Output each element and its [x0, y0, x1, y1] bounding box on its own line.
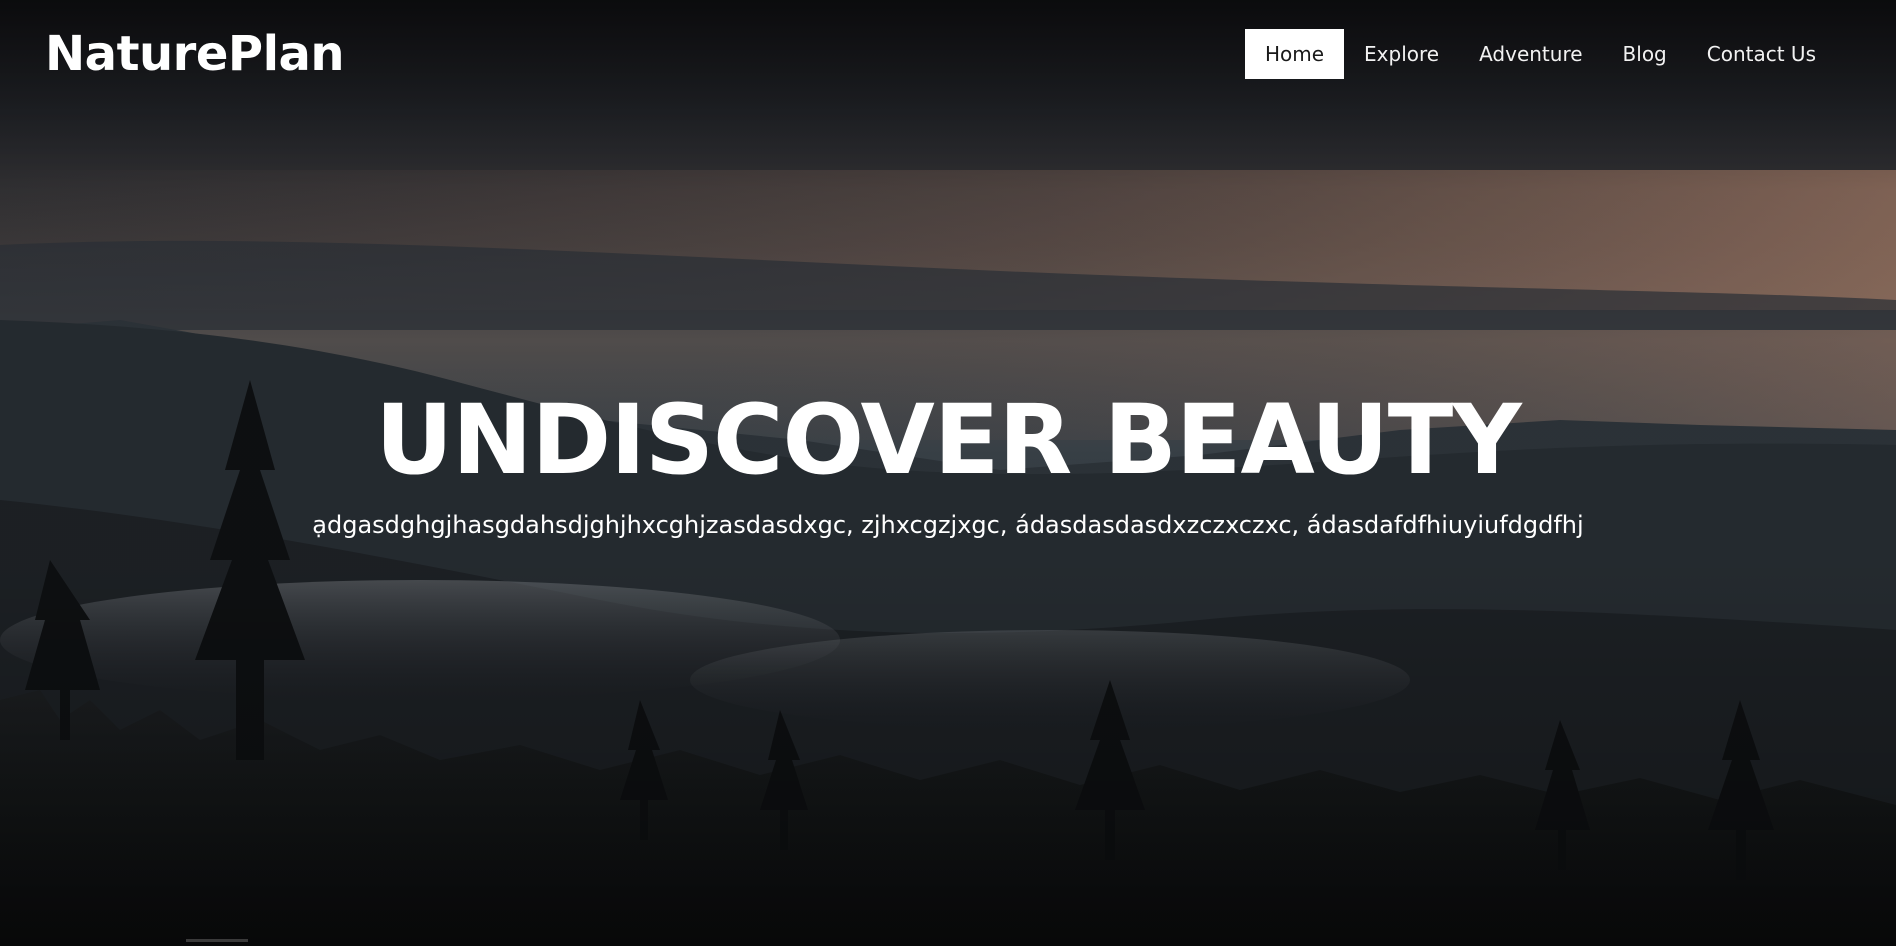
- nav-item-explore[interactable]: Explore: [1344, 29, 1459, 79]
- nav-item-contact-us[interactable]: Contact Us: [1687, 29, 1836, 79]
- hero-subtitle: ạdgasdghgjhasgdahsdjghjhxcghjzasdasdxgc,…: [312, 511, 1584, 539]
- site-logo[interactable]: NaturePlan: [45, 22, 345, 86]
- bottom-divider: [186, 939, 248, 942]
- hero-content: UNDISCOVER BEAUTY ạdgasdghgjhasgdahsdjgh…: [0, 380, 1896, 542]
- nav-item-blog[interactable]: Blog: [1603, 29, 1687, 79]
- hero-page: NaturePlan Home Explore Adventure Blog C…: [0, 0, 1896, 946]
- main-nav: Home Explore Adventure Blog Contact Us: [1244, 29, 1836, 79]
- hero-title: UNDISCOVER BEAUTY: [375, 384, 1522, 496]
- nav-item-home[interactable]: Home: [1244, 29, 1345, 79]
- top-navbar: NaturePlan Home Explore Adventure Blog C…: [0, 0, 1896, 110]
- nav-item-adventure[interactable]: Adventure: [1459, 29, 1602, 79]
